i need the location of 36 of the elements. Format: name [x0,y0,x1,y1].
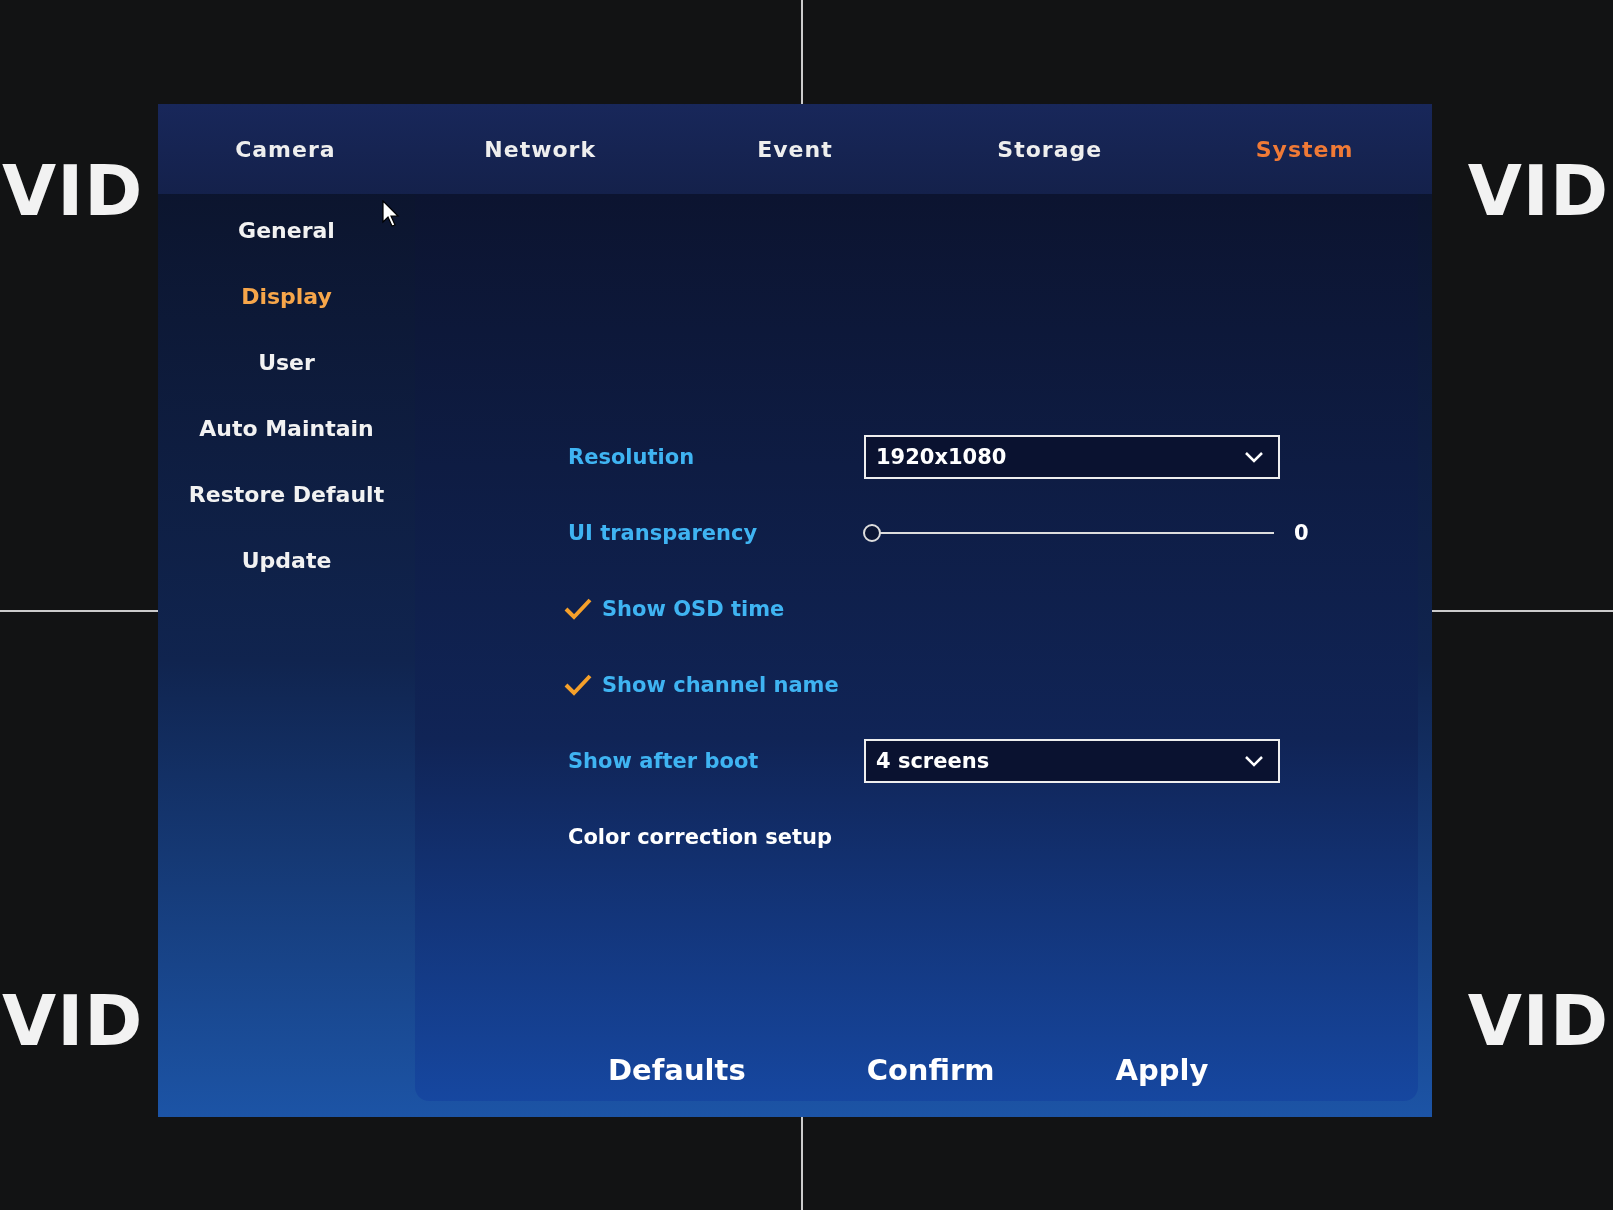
mouse-cursor-icon [382,200,400,228]
sidebar-item[interactable]: Restore Default [182,472,391,516]
sidebar-item[interactable]: Display [235,274,338,318]
sidebar-item[interactable]: Auto Maintain [193,406,380,450]
checkmark-icon [564,674,592,696]
checkbox[interactable] [564,674,592,696]
color-correction-link[interactable]: Color correction setup [568,825,833,849]
tab[interactable]: System [1177,136,1432,162]
dropdown[interactable]: 1920x1080 [864,435,1280,479]
slider[interactable] [864,523,1274,543]
tab[interactable]: Event [667,136,923,162]
chevron-down-icon [1244,755,1264,767]
checkbox[interactable] [564,598,592,620]
video-label: VID [2,150,144,232]
slider-thumb[interactable] [863,524,881,542]
action-button[interactable]: Confirm [858,1049,1003,1091]
tab[interactable]: Camera [158,136,413,162]
video-label: VID [1467,150,1609,232]
slider-value: 0 [1294,521,1309,545]
tab[interactable]: Storage [922,136,1178,162]
setting-label: UI transparency [568,521,759,545]
video-label: VID [2,980,144,1062]
setting-label: Show after boot [568,749,760,773]
action-button[interactable]: Defaults [600,1049,754,1091]
sidebar-item[interactable]: Update [235,538,338,582]
chevron-down-icon [1244,451,1264,463]
checkbox-label: Show OSD time [602,597,785,621]
video-label: VID [1467,980,1609,1062]
dropdown[interactable]: 4 screens [864,739,1280,783]
action-button[interactable]: Apply [1107,1049,1217,1091]
tab[interactable]: Network [412,136,668,162]
checkbox-label: Show channel name [602,673,839,697]
setting-label: Resolution [568,445,696,469]
checkmark-icon [564,598,592,620]
sidebar-item[interactable]: General [232,208,341,252]
sidebar-item[interactable]: User [252,340,321,384]
